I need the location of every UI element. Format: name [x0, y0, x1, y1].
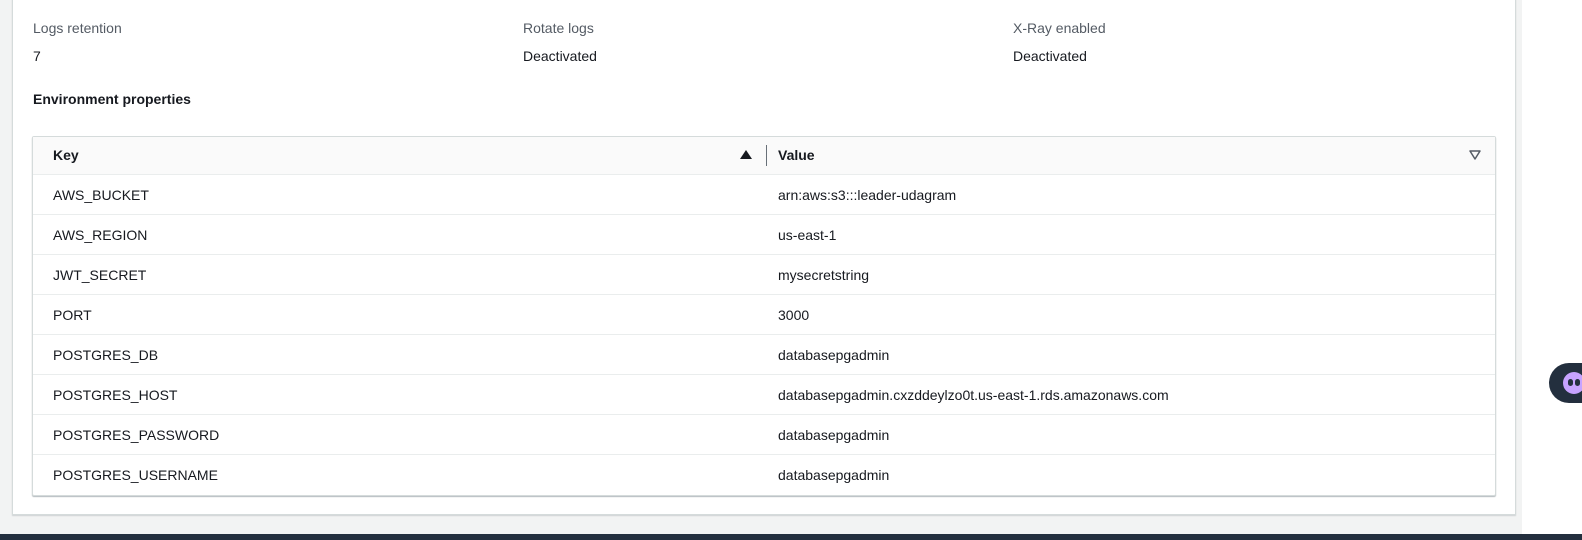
row-key: POSTGRES_DB [53, 347, 159, 363]
column-header-key[interactable]: Key [53, 147, 79, 163]
rotate-logs-label: Rotate logs [523, 20, 594, 36]
row-value: databasepgadmin [778, 467, 890, 483]
column-resize-handle[interactable] [766, 145, 767, 166]
table-row: JWT_SECRET mysecretstring [33, 255, 1495, 295]
row-key: AWS_REGION [53, 227, 148, 243]
xray-enabled-label: X-Ray enabled [1013, 20, 1106, 36]
row-value: databasepgadmin [778, 347, 890, 363]
rotate-logs-value: Deactivated [523, 48, 597, 64]
row-value: arn:aws:s3:::leader-udagram [778, 187, 957, 203]
row-key: JWT_SECRET [53, 267, 147, 283]
row-value: databasepgadmin.cxzddeylzo0t.us-east-1.r… [778, 387, 1169, 403]
page: Logs retention 7 Rotate logs Deactivated… [0, 0, 1582, 540]
environment-properties-title: Environment properties [33, 91, 191, 107]
xray-enabled-value: Deactivated [1013, 48, 1087, 64]
row-key: AWS_BUCKET [53, 187, 149, 203]
footer-bar [0, 534, 1582, 540]
environment-properties-table: Key Value AWS_BUCKET arn:aws:s3:::leader… [32, 136, 1496, 496]
row-value: mysecretstring [778, 267, 870, 283]
table-row: PORT 3000 [33, 295, 1495, 335]
feedback-button[interactable] [1549, 363, 1582, 403]
logs-retention-value: 7 [33, 48, 41, 64]
row-value: databasepgadmin [778, 427, 890, 443]
table-row: AWS_REGION us-east-1 [33, 215, 1495, 255]
table-row: AWS_BUCKET arn:aws:s3:::leader-udagram [33, 175, 1495, 215]
row-key: POSTGRES_HOST [53, 387, 178, 403]
logs-retention-label: Logs retention [33, 20, 122, 36]
table-header: Key Value [33, 137, 1495, 175]
row-key: POSTGRES_USERNAME [53, 467, 218, 483]
column-header-value[interactable]: Value [778, 147, 815, 163]
row-key: POSTGRES_PASSWORD [53, 427, 220, 443]
sort-none-icon[interactable] [1469, 150, 1481, 160]
table-row: POSTGRES_USERNAME databasepgadmin [33, 455, 1495, 495]
page-right-gutter [1522, 0, 1582, 540]
row-value: 3000 [778, 307, 810, 323]
table-row: POSTGRES_PASSWORD databasepgadmin [33, 415, 1495, 455]
table-row: POSTGRES_DB databasepgadmin [33, 335, 1495, 375]
row-key: PORT [53, 307, 92, 323]
table-row: POSTGRES_HOST databasepgadmin.cxzddeylzo… [33, 375, 1495, 415]
row-value: us-east-1 [778, 227, 837, 243]
feedback-face-icon [1563, 372, 1582, 394]
sort-ascending-icon[interactable] [740, 150, 752, 159]
